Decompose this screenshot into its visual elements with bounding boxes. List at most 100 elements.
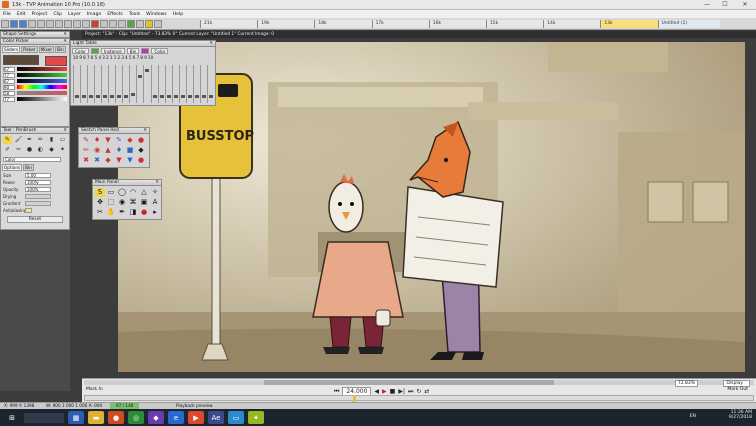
close-button[interactable]: ✕ [734,0,756,10]
project-tab-18k[interactable]: 18k [314,20,372,28]
color-value-1[interactable]: 67 [3,66,15,72]
tab-sliders[interactable]: Sliders [2,46,21,53]
airbrush-icon[interactable]: ✒ [25,136,34,144]
red-eraser-icon[interactable]: ✖ [81,156,91,165]
saturation-slider[interactable] [17,91,67,95]
blue-pen-icon[interactable]: ✎ [114,136,124,145]
light-slider[interactable] [136,65,143,103]
light-slider[interactable] [143,65,150,103]
light-slider[interactable] [206,65,213,103]
play-icon[interactable]: ▶ [382,388,387,395]
light-table-green-swatch[interactable] [90,48,99,54]
close-icon[interactable]: ✕ [63,128,67,133]
panel-toggle-icon[interactable] [145,19,153,28]
red-ink-icon[interactable]: ◆ [125,136,135,145]
taskbar-search[interactable] [24,412,64,423]
monitor-icon[interactable]: ▭ [228,411,244,424]
lasso-icon[interactable]: S [95,188,105,197]
light-slider[interactable] [199,65,206,103]
project-tab-21k[interactable]: 21k [200,20,258,28]
hue-slider[interactable] [17,85,67,89]
menu-windows[interactable]: Windows [143,12,170,17]
crop-icon[interactable]: ▣ [139,198,149,207]
color-value-4[interactable]: 90 [3,84,15,90]
pingpong-icon[interactable]: ⇄ [424,388,429,395]
smudge-icon[interactable]: ◐ [36,146,45,154]
primary-color-swatch[interactable] [3,55,39,65]
secondary-color-swatch[interactable] [45,56,67,66]
color-mode-select[interactable]: Color [3,157,61,162]
warp-icon[interactable]: ⌘ [128,198,138,207]
light-table-mode[interactable]: Color [72,48,89,54]
close-icon[interactable]: ✕ [155,180,159,185]
menu-edit[interactable]: Edit [14,12,29,17]
project-tab-13k[interactable]: 13k [600,20,658,28]
windows-start-icon[interactable]: ⊞ [4,411,20,424]
minimize-button[interactable]: — [698,0,716,10]
grid-icon[interactable] [100,19,108,28]
red-pencil-icon[interactable]: ✏ [81,146,91,155]
red-marker-icon[interactable]: ▼ [103,136,113,145]
scrollbar-thumb[interactable] [264,380,554,385]
color-wheel-icon[interactable] [91,19,99,28]
camera-icon[interactable]: ◨ [128,208,138,217]
blue-brush-icon[interactable]: ♦ [114,146,124,155]
canvas-horizontal-scrollbar[interactable] [84,380,754,385]
text-icon[interactable]: A [150,198,160,207]
new-project-icon[interactable] [1,19,9,28]
menu-clip[interactable]: Clip [50,12,65,17]
brush-icon[interactable]: 🖌 [14,136,23,144]
red-pen-icon[interactable]: ✎ [81,136,91,145]
tab-mixer[interactable]: Mixer [38,46,55,53]
project-tab-untitled[interactable]: Untitled (1) [657,20,720,28]
media-icon[interactable]: ▶ [188,411,204,424]
light-table-instance[interactable]: Instance [100,48,125,54]
menu-tools[interactable]: Tools [126,12,143,17]
blue-tip-icon[interactable]: ▼ [125,156,135,165]
green-slider[interactable] [17,73,67,77]
close-icon[interactable]: ✕ [209,41,213,46]
print-icon[interactable] [28,19,36,28]
project-tab-16k[interactable]: 16k [428,20,486,28]
prev-frame-icon[interactable]: ◀ [374,388,379,395]
tools-header[interactable]: Tool : PenBrush ✕ [0,127,70,134]
light-slider[interactable] [178,65,185,103]
value-slider[interactable] [17,97,67,101]
redo-icon[interactable] [46,19,54,28]
cutter-icon[interactable]: ✂ [95,208,105,217]
light-slider[interactable] [157,65,164,103]
red-slider[interactable] [17,67,67,71]
triangle-icon[interactable]: △ [139,188,149,197]
light-slider[interactable] [171,65,178,103]
pen-icon[interactable]: ✎ [3,136,12,144]
color-picker-header[interactable]: Color Picker ✕ [0,38,70,45]
color-value-3[interactable]: 67 [3,78,15,84]
next-frame-icon[interactable]: ▶| [398,388,405,395]
layer-icon[interactable] [127,19,135,28]
light-slider[interactable] [150,65,157,103]
camera-icon[interactable] [118,19,126,28]
antialiasing-checkbox[interactable] [25,208,32,213]
red-tip-icon[interactable]: ▼ [114,156,124,165]
blue-eraser-icon[interactable]: ✖ [92,156,102,165]
light-icon[interactable] [109,19,117,28]
black-ink-icon[interactable]: ◆ [136,146,146,155]
light-slider[interactable] [192,65,199,103]
power-field[interactable]: 100% [25,180,51,185]
eraser-icon[interactable]: ▭ [58,136,67,144]
light-slider[interactable] [80,65,87,103]
menu-file[interactable]: File [0,12,14,17]
undo-icon[interactable] [37,19,45,28]
firefox-icon[interactable]: ● [108,411,124,424]
opacity-field[interactable]: 100% [25,187,51,192]
blue-fill-icon[interactable]: ■ [125,146,135,155]
more-icon[interactable]: ▸ [150,208,160,217]
light-slider[interactable] [87,65,94,103]
system-clock[interactable]: 11:36 AM 9/27/2018 [729,410,752,420]
visual-studio-icon[interactable]: ◆ [148,411,164,424]
menu-layer[interactable]: Layer [65,12,84,17]
light-slider[interactable] [164,65,171,103]
red-brush-icon[interactable]: ♦ [92,136,102,145]
blue-slider[interactable] [17,79,67,83]
mark-in-label[interactable]: Mark In [86,387,103,392]
